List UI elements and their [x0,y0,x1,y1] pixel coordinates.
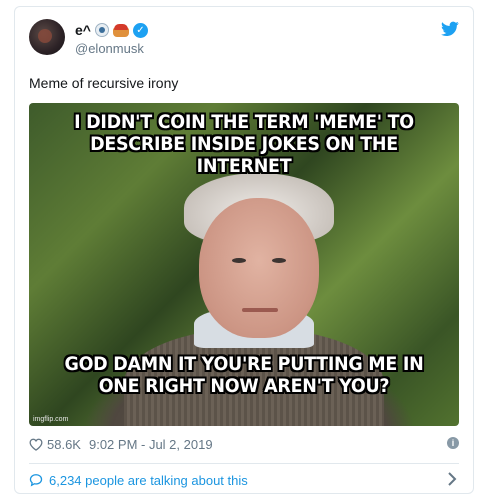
meme-mouth [242,308,278,312]
display-name[interactable]: e^ [75,22,91,38]
chat-bubble-icon [29,474,43,487]
name-row[interactable]: e^ ✓ [75,21,148,39]
conversation-link[interactable]: 6,234 people are talking about this [29,470,459,490]
twitter-bird-icon[interactable] [441,21,459,37]
tweet-card: e^ ✓ @elonmusk Meme of recursive irony I… [14,6,474,494]
meme-watermark: imgflip.com [33,416,69,423]
conversation-label[interactable]: 6,234 people are talking about this [49,473,248,488]
chevron-right-icon[interactable] [447,472,457,486]
heart-icon[interactable] [29,438,43,451]
meme-right-eye [272,258,286,263]
eye-emoji-icon [94,23,109,37]
meme-top-caption: I DIDN'T COIN THE TERM 'MEME' TO DESCRIB… [74,111,414,177]
meme-face [199,198,319,338]
tweet-meta: 58.6K 9:02 PM - Jul 2, 2019 i [29,435,459,453]
info-icon[interactable]: i [447,437,459,449]
avatar[interactable] [29,19,65,55]
meme-image[interactable]: I DIDN'T COIN THE TERM 'MEME' TO DESCRIB… [29,103,459,426]
tweet-text: Meme of recursive irony [29,75,179,91]
user-handle[interactable]: @elonmusk [75,41,144,56]
verified-icon: ✓ [132,22,148,38]
meme-left-eye [232,258,246,263]
tweet-timestamp[interactable]: 9:02 PM - Jul 2, 2019 [89,437,213,452]
meme-bottom-caption: GOD DAMN IT YOU'RE PUTTING ME IN ONE RIG… [64,353,424,397]
divider [29,463,459,464]
tweet-header: e^ ✓ @elonmusk [29,19,459,63]
like-count[interactable]: 58.6K [47,437,81,452]
pie-emoji-icon [112,23,129,37]
